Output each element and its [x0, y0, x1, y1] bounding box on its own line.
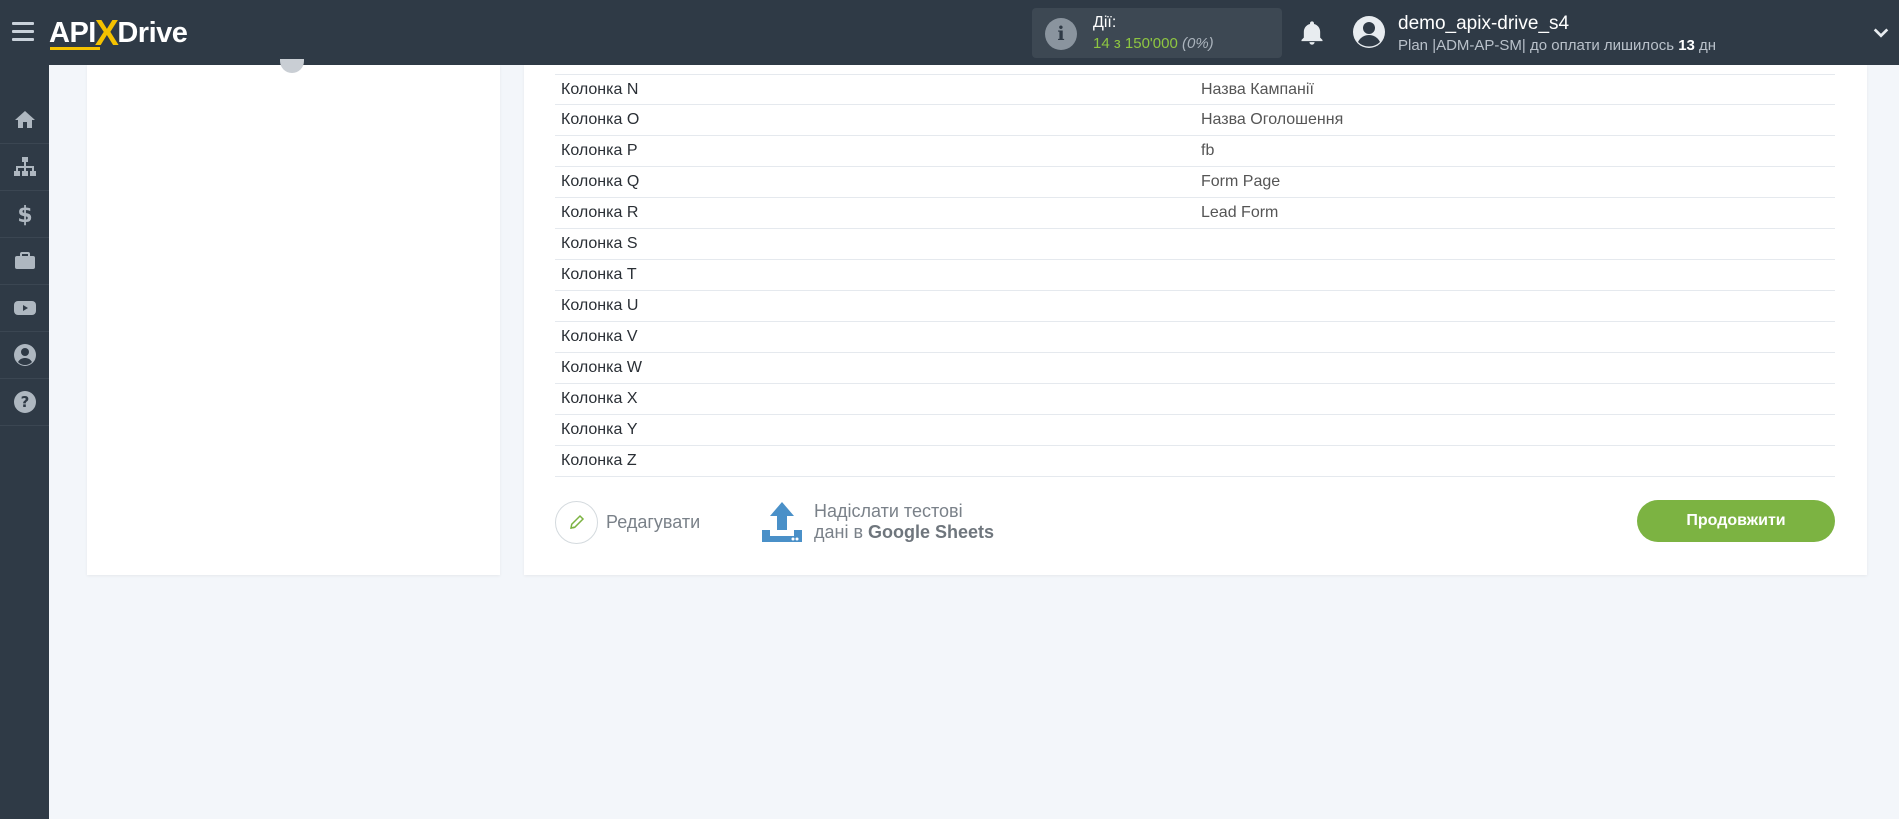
table-row: Колонка Y [555, 415, 1835, 446]
logo-text-drive: Drive [117, 16, 188, 49]
column-name: Колонка P [561, 142, 638, 159]
table-row: Колонка X [555, 384, 1835, 415]
column-name: Колонка N [561, 81, 639, 98]
menu-icon[interactable] [12, 22, 34, 42]
column-name: Колонка V [561, 328, 638, 345]
svg-text:?: ? [20, 393, 29, 411]
column-name: Колонка R [561, 204, 639, 221]
column-name: Колонка U [561, 297, 639, 314]
table-row: Колонка R Lead Form [555, 198, 1835, 229]
plan-days: 13 [1678, 37, 1695, 54]
table-row: Колонка U [555, 291, 1835, 322]
table-row: Колонка V [555, 322, 1835, 353]
plan-suffix: дн [1694, 37, 1717, 54]
column-name: Колонка T [561, 266, 637, 283]
briefcase-icon [14, 252, 35, 269]
send-line2-prefix: дані в [814, 522, 869, 542]
plan-info: Plan |ADM-AP-SM| до оплати лишилось 13 д… [1398, 37, 1716, 54]
column-value: Назва Оголошення [1201, 111, 1344, 128]
bell-icon[interactable] [1298, 19, 1326, 47]
column-name: Колонка O [561, 111, 640, 128]
sidebar-item-home[interactable] [0, 97, 49, 144]
edit-circle [555, 500, 598, 544]
left-panel [87, 59, 500, 575]
edit-label: Редагувати [606, 511, 701, 532]
home-icon [14, 111, 35, 128]
table-row: Колонка N Назва Кампанії [555, 74, 1835, 105]
table-row: Колонка Z [555, 446, 1835, 477]
actions-count-value: 14 з 150'000 [1093, 35, 1178, 52]
scroll-indicator [280, 59, 304, 73]
dollar-icon: $ [17, 203, 32, 226]
column-name: Колонка W [561, 359, 642, 376]
table-row: Колонка T [555, 260, 1835, 291]
chevron-down-icon[interactable] [1872, 24, 1890, 42]
main-panel: Колонка N Назва Кампанії Колонка O Назва Ог… [524, 65, 1867, 575]
column-name: Колонка S [561, 235, 638, 252]
help-icon: ? [13, 391, 36, 413]
plan-prefix: Plan |ADM-AP-SM| до оплати лишилось [1398, 37, 1679, 54]
pencil-icon [569, 514, 584, 529]
continue-button[interactable]: Продовжити [1637, 500, 1835, 542]
sitemap-icon [13, 157, 36, 176]
columns-table: Колонка N Назва Кампанії Колонка O Назва Ог… [555, 74, 1835, 477]
svg-text:$: $ [17, 203, 32, 226]
column-name: Колонка Q [561, 173, 640, 190]
sidebar-item-connections[interactable] [0, 144, 49, 191]
table-row: Колонка W [555, 353, 1835, 384]
sidebar-item-help[interactable]: ? [0, 379, 49, 426]
column-name: Колонка Z [561, 452, 637, 469]
column-value: Lead Form [1201, 204, 1279, 221]
send-line2-bold: Google Sheets [868, 522, 995, 542]
edit-button[interactable]: Редагувати [555, 500, 700, 544]
column-value: Form Page [1201, 173, 1281, 190]
column-name: Колонка Y [561, 421, 638, 438]
logo-underline [50, 47, 100, 50]
sidebar: $ ? [0, 65, 49, 819]
logo-text-api: API [49, 16, 96, 49]
column-value: Назва Кампанії [1201, 81, 1314, 98]
user-avatar-icon[interactable] [1352, 15, 1386, 49]
sidebar-item-account[interactable] [0, 332, 49, 379]
table-row: Колонка P fb [555, 136, 1835, 167]
table-row: Колонка O Назва Оголошення [555, 105, 1835, 136]
column-name: Колонка X [561, 390, 638, 407]
username[interactable]: demo_apix-drive_s4 [1398, 13, 1569, 35]
table-row: Колонка Q Form Page [555, 167, 1835, 198]
actions-count: 14 з 150'000 (0%) [1093, 35, 1214, 52]
user-icon [13, 344, 36, 366]
sidebar-item-briefcase[interactable] [0, 238, 49, 285]
send-line2: дані в Google Sheets [814, 522, 994, 543]
actions-percent: (0%) [1182, 35, 1214, 52]
send-test-text: Надіслати тестові дані в Google Sheets [814, 501, 994, 543]
sidebar-item-video[interactable] [0, 285, 49, 332]
table-row: Колонка S [555, 229, 1835, 260]
sidebar-item-billing[interactable]: $ [0, 191, 49, 238]
send-line1: Надіслати тестові [814, 501, 963, 521]
upload-icon [762, 502, 802, 542]
actions-label: Дії: [1093, 14, 1117, 31]
actions-counter[interactable]: i Дії: 14 з 150'000 (0%) [1032, 8, 1282, 58]
column-value: fb [1201, 142, 1215, 159]
top-bar: API X Drive i Дії: 14 з 150'000 (0%) demo_… [0, 0, 1899, 65]
info-icon: i [1045, 18, 1077, 50]
apix-drive-logo[interactable]: API X Drive [49, 12, 188, 53]
youtube-icon [13, 301, 36, 315]
send-test-data-button[interactable]: Надіслати тестові дані в Google Sheets [760, 499, 994, 545]
